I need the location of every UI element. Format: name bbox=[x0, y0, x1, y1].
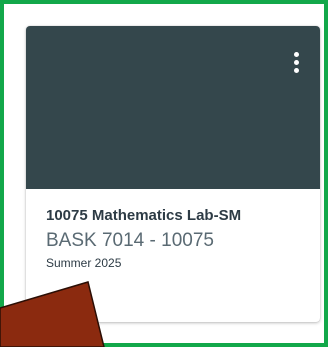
course-code: BASK 7014 - 10075 bbox=[46, 230, 214, 251]
highlight-frame: 10075 Mathematics Lab-SM BASK 7014 - 100… bbox=[0, 0, 328, 347]
course-title[interactable]: 10075 Mathematics Lab-SM bbox=[46, 206, 308, 226]
course-card-body[interactable]: 10075 Mathematics Lab-SM BASK 7014 - 100… bbox=[46, 206, 308, 271]
kebab-dot bbox=[293, 67, 299, 73]
kebab-dot bbox=[293, 59, 299, 65]
course-card[interactable]: 10075 Mathematics Lab-SM BASK 7014 - 100… bbox=[26, 26, 320, 322]
course-card-header[interactable] bbox=[26, 26, 320, 189]
course-term: Summer 2025 bbox=[46, 256, 122, 270]
kebab-dot bbox=[293, 51, 299, 57]
kebab-menu-icon[interactable] bbox=[286, 48, 306, 76]
